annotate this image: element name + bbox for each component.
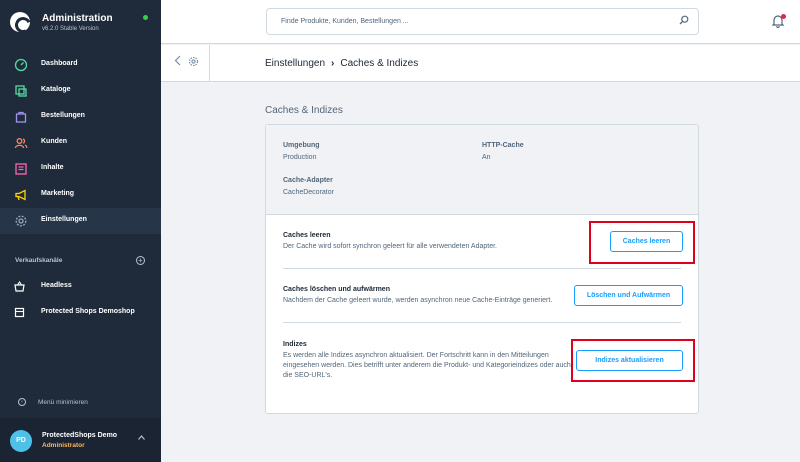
sidebar-item-kataloge[interactable]: Kataloge	[0, 78, 161, 104]
collapse-menu-label: Menü minimieren	[38, 399, 88, 406]
sales-channel-protected-shops-demoshop[interactable]: Protected Shops Demoshop	[0, 301, 161, 327]
indexes-description-line-3: die SEO-URL's.	[283, 372, 333, 379]
highlight-box-clear-caches	[589, 221, 695, 264]
highlight-box-update-indexes	[571, 339, 695, 382]
gear-icon	[188, 56, 199, 67]
sidebar-item-marketing[interactable]: Marketing	[0, 182, 161, 208]
clear-warmup-caches-description: Nachdem der Cache geleert wurde, werden …	[283, 297, 553, 304]
sidebar-item-einstellungen[interactable]: Einstellungen	[0, 208, 161, 234]
avatar: PD	[10, 430, 32, 452]
users-icon	[14, 138, 28, 149]
sidebar-item-inhalte[interactable]: Inhalte	[0, 156, 161, 182]
breadcrumb: Einstellungen › Caches & Indizes	[265, 58, 418, 69]
sidebar-item-label: Bestellungen	[41, 112, 85, 119]
indexes-description-line-1: Es werden alle Indizes asynchron aktuali…	[283, 352, 549, 359]
shopping-bag-icon	[15, 111, 27, 123]
app-version: v6.2.0 Stable Version	[42, 26, 99, 32]
back-arrow-icon[interactable]	[174, 55, 181, 69]
indexes-description-line-2: eingesehen werden. Dies betrifft unter a…	[283, 362, 571, 369]
sidebar-item-label: Dashboard	[41, 60, 78, 67]
sidebar-item-label: Kataloge	[41, 86, 71, 93]
environment-info: Umgebung Production HTTP-Cache An Cache-…	[266, 125, 698, 215]
user-role: Administrator	[42, 442, 85, 449]
indexes-title: Indizes	[283, 341, 307, 348]
user-menu[interactable]: PD ProtectedShops Demo Administrator	[0, 418, 161, 462]
content-icon	[15, 163, 27, 175]
chevron-up-icon	[138, 435, 145, 442]
breadcrumb-current: Caches & Indizes	[340, 58, 419, 69]
collapse-arrow-icon: ‹	[18, 398, 26, 406]
notification-badge	[781, 14, 786, 19]
sales-channel-list: Headless Protected Shops Demoshop	[0, 275, 161, 327]
cache-adapter-label: Cache-Adapter	[283, 177, 333, 184]
row-divider	[283, 268, 681, 269]
basket-icon	[14, 281, 25, 292]
header-divider	[209, 45, 210, 82]
collapse-menu-button[interactable]: ‹ Menü minimieren	[0, 395, 161, 413]
search-icon[interactable]	[679, 15, 689, 25]
storefront-icon	[14, 307, 25, 318]
catalog-icon	[15, 85, 27, 97]
sales-channel-label: Headless	[41, 282, 72, 289]
page-title: Caches & Indizes	[265, 105, 343, 116]
clear-caches-title: Caches leeren	[283, 232, 331, 239]
sales-channel-headless[interactable]: Headless	[0, 275, 161, 301]
sales-channel-label: Protected Shops Demoshop	[41, 308, 135, 315]
search-input[interactable]: Finde Produkte, Kunden, Bestellungen ...	[266, 8, 699, 35]
environment-label: Umgebung	[283, 142, 320, 149]
brand-header[interactable]: Administration v6.2.0 Stable Version	[0, 0, 161, 44]
sidebar-item-bestellungen[interactable]: Bestellungen	[0, 104, 161, 130]
status-online-indicator	[143, 15, 148, 20]
clear-caches-description: Der Cache wird sofort synchron geleert f…	[283, 243, 498, 250]
gauge-icon	[14, 58, 28, 72]
sidebar-item-label: Kunden	[41, 138, 68, 145]
breadcrumb-parent[interactable]: Einstellungen	[265, 58, 325, 69]
environment-value: Production	[283, 154, 317, 161]
settings-icon	[15, 215, 27, 227]
row-divider	[283, 322, 681, 323]
sidebar-item-dashboard[interactable]: Dashboard	[0, 52, 161, 78]
page-header: Einstellungen › Caches & Indizes	[161, 45, 800, 82]
sales-channels-heading: Verkaufskanäle	[15, 257, 63, 264]
top-bar: Finde Produkte, Kunden, Bestellungen ...	[161, 0, 800, 44]
sidebar-item-label: Marketing	[41, 190, 75, 197]
sidebar-item-kunden[interactable]: Kunden	[0, 130, 161, 156]
add-sales-channel-icon[interactable]: +	[136, 256, 145, 265]
megaphone-icon	[15, 189, 26, 201]
breadcrumb-separator: ›	[331, 58, 335, 69]
app-title: Administration	[42, 13, 113, 24]
clear-warmup-caches-title: Caches löschen und aufwärmen	[283, 286, 390, 293]
http-cache-value: An	[482, 154, 491, 161]
cache-adapter-value: CacheDecorator	[283, 189, 334, 196]
user-name: ProtectedShops Demo	[42, 432, 118, 439]
shopware-logo-icon	[10, 12, 30, 32]
sidebar-item-label: Einstellungen	[41, 216, 87, 223]
main-nav: Dashboard Kataloge Bestellungen Kunden I…	[0, 52, 161, 234]
http-cache-label: HTTP-Cache	[482, 142, 524, 149]
sidebar-item-label: Inhalte	[41, 164, 64, 171]
sidebar: Administration v6.2.0 Stable Version Das…	[0, 0, 161, 462]
search-placeholder: Finde Produkte, Kunden, Bestellungen ...	[281, 18, 409, 25]
clear-and-warmup-button[interactable]: Löschen und Aufwärmen	[574, 285, 683, 306]
